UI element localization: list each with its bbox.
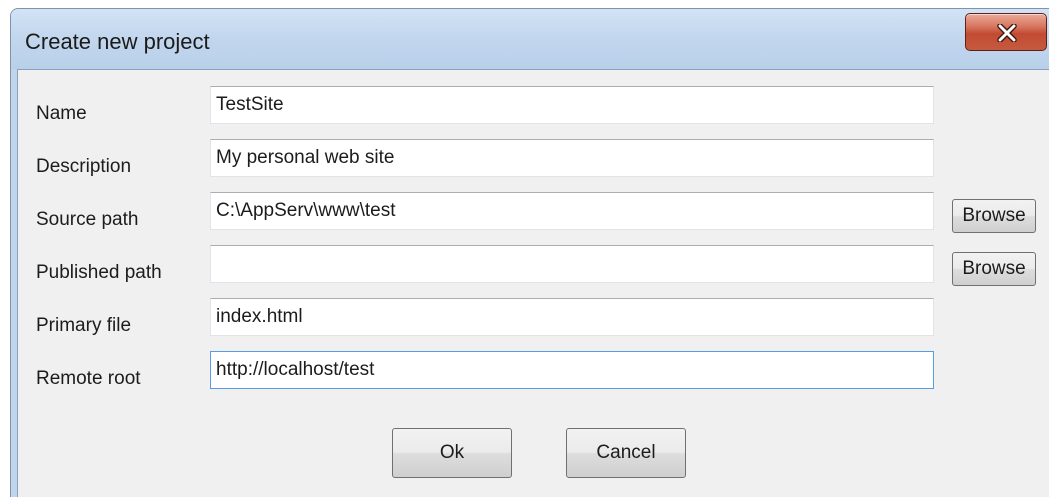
dialog-body: Name Description Source path Browse Publ… [17,69,1049,497]
published-path-input[interactable] [210,245,934,283]
title-bar[interactable]: Create new project [11,9,1049,69]
name-input[interactable] [210,86,934,124]
primary-file-label: Primary file [36,315,132,336]
cancel-button[interactable]: Cancel [566,428,686,478]
close-x-icon [997,24,1017,42]
close-button[interactable] [965,13,1047,51]
published-path-browse-button[interactable]: Browse [952,252,1036,286]
dialog-title: Create new project [25,29,210,54]
description-label: Description [36,156,132,177]
name-label: Name [36,103,87,124]
source-path-label: Source path [36,209,139,230]
remote-root-label: Remote root [36,368,141,389]
published-path-label: Published path [36,262,162,283]
primary-file-input[interactable] [210,298,934,336]
create-project-dialog: Create new project Name Description Sour… [10,8,1049,497]
remote-root-input[interactable] [210,351,934,389]
source-path-input[interactable] [210,192,934,230]
ok-button[interactable]: Ok [392,428,512,478]
source-path-browse-button[interactable]: Browse [952,199,1036,233]
description-input[interactable] [210,139,934,177]
